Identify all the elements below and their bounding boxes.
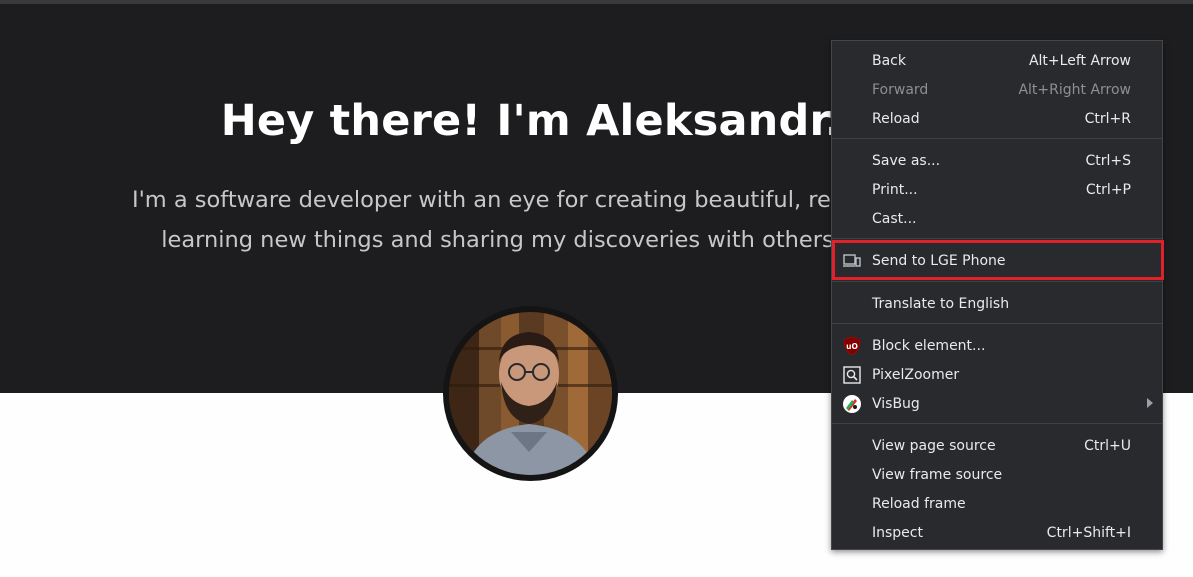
pixelzoomer-icon [842,365,862,385]
menu-item-cast[interactable]: Cast... [832,204,1162,233]
menu-item-save-as[interactable]: Save as... Ctrl+S [832,146,1162,175]
menu-item-label: Reload [872,110,920,127]
menu-item-label: Translate to English [872,295,1010,312]
menu-item-label: View frame source [872,466,1003,483]
menu-item-print[interactable]: Print... Ctrl+P [832,175,1162,204]
menu-item-visbug[interactable]: VisBug [832,389,1162,418]
context-menu: Back Alt+Left Arrow Forward Alt+Right Ar… [831,40,1163,550]
menu-item-shortcut: Alt+Left Arrow [1028,52,1131,69]
menu-item-label: PixelZoomer [872,366,960,383]
menu-separator [832,323,1162,324]
menu-item-translate[interactable]: Translate to English [832,289,1162,318]
svg-text:uO: uO [846,342,858,351]
menu-item-pixelzoomer[interactable]: PixelZoomer [832,360,1162,389]
menu-item-shortcut: Ctrl+R [1084,110,1131,127]
menu-item-view-frame-source[interactable]: View frame source [832,460,1162,489]
menu-item-shortcut: Alt+Right Arrow [1018,81,1131,98]
menu-item-label: Forward [872,81,929,98]
menu-item-label: Cast... [872,210,917,227]
menu-item-label: Print... [872,181,918,198]
highlight-box [832,240,1164,280]
menu-separator [832,238,1162,239]
submenu-arrow-icon [1147,398,1153,408]
menu-item-inspect[interactable]: Inspect Ctrl+Shift+I [832,518,1162,547]
profile-photo [449,312,612,475]
menu-item-label: Save as... [872,152,941,169]
menu-item-label: Inspect [872,524,923,541]
menu-separator [832,423,1162,424]
menu-item-label: VisBug [872,395,920,412]
menu-item-shortcut: Ctrl+Shift+I [1046,524,1131,541]
menu-item-label: Reload frame [872,495,966,512]
ublock-origin-icon: uO [842,336,862,356]
menu-separator [832,281,1162,282]
menu-separator [832,138,1162,139]
menu-item-back[interactable]: Back Alt+Left Arrow [832,46,1162,75]
menu-item-label: Block element... [872,337,986,354]
menu-item-reload-frame[interactable]: Reload frame [832,489,1162,518]
menu-item-label: View page source [872,437,996,454]
menu-item-shortcut: Ctrl+P [1085,181,1131,198]
menu-item-forward[interactable]: Forward Alt+Right Arrow [832,75,1162,104]
menu-item-shortcut: Ctrl+S [1085,152,1131,169]
menu-item-shortcut: Ctrl+U [1084,437,1131,454]
menu-item-reload[interactable]: Reload Ctrl+R [832,104,1162,133]
avatar [443,306,618,481]
menu-item-label: Back [872,52,906,69]
menu-item-view-page-source[interactable]: View page source Ctrl+U [832,431,1162,460]
visbug-icon [842,394,862,414]
menu-item-block-element[interactable]: uO Block element... [832,331,1162,360]
